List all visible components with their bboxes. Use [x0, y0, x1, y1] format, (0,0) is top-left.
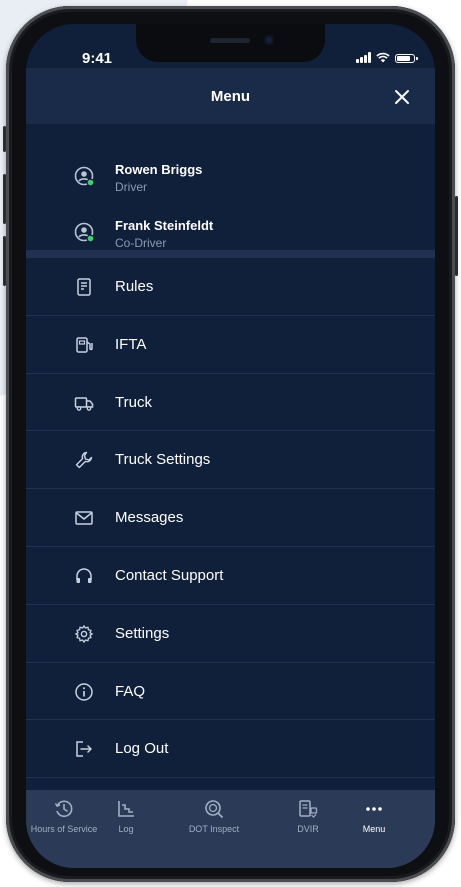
menu-item-messages[interactable]: Messages — [26, 489, 435, 547]
tab-dvir[interactable]: DVIR — [278, 798, 338, 834]
volume-up-button — [3, 174, 6, 224]
online-status-dot — [86, 178, 95, 187]
wifi-icon — [376, 52, 390, 63]
user-avatar-icon — [74, 166, 95, 187]
more-dots-icon — [366, 807, 382, 811]
headphones-icon — [76, 568, 92, 583]
tab-label: Menu — [362, 824, 386, 834]
page-title: Menu — [210, 88, 251, 105]
dvir-icon — [299, 800, 318, 818]
gear-icon — [75, 624, 93, 643]
menu-item-label: Contact Support — [115, 566, 224, 584]
rules-icon — [77, 278, 91, 296]
menu-item-label: Truck — [115, 393, 152, 411]
tab-menu[interactable]: Menu — [344, 798, 404, 834]
app-screen: 9:41 Menu Rowen Briggs Driver Frank Stei… — [26, 24, 435, 868]
close-button[interactable] — [387, 82, 417, 112]
power-button — [455, 196, 458, 276]
menu-item-truck[interactable]: Truck — [26, 374, 435, 432]
menu-item-log-out[interactable]: Log Out — [26, 720, 435, 779]
tab-hours-of-service[interactable]: Hours of Service — [26, 798, 102, 834]
phone-frame: 9:41 Menu Rowen Briggs Driver Frank Stei… — [3, 6, 458, 882]
menu-item-faq[interactable]: FAQ — [26, 663, 435, 721]
volume-down-button — [3, 236, 6, 286]
menu-item-contact-support[interactable]: Contact Support — [26, 547, 435, 605]
menu-item-label: Truck Settings — [115, 451, 211, 469]
driver-list: Rowen Briggs Driver Frank Steinfeldt Co-… — [26, 124, 435, 250]
menu-item-label: IFTA — [115, 335, 147, 353]
close-icon — [395, 90, 409, 104]
driver-role: Driver — [115, 180, 147, 194]
menu-header: Menu — [26, 68, 435, 124]
menu-item-label: Log Out — [115, 740, 169, 758]
codriver-role: Co-Driver — [115, 236, 167, 250]
codriver-name: Frank Steinfeldt — [115, 218, 214, 233]
info-icon — [75, 682, 93, 701]
tab-log[interactable]: Log — [96, 798, 156, 834]
wrench-icon — [75, 452, 93, 469]
section-divider — [26, 250, 435, 258]
driver-item[interactable]: Rowen Briggs Driver — [26, 160, 435, 212]
status-time: 9:41 — [82, 50, 113, 67]
menu-item-label: Rules — [115, 278, 154, 295]
driver-name: Rowen Briggs — [115, 162, 203, 177]
status-icons — [356, 52, 418, 63]
camera — [264, 35, 274, 45]
menu-item-label: Messages — [115, 509, 184, 527]
log-chart-icon — [118, 801, 134, 817]
fuel-icon — [76, 337, 93, 353]
tab-label: DOT Inspect — [188, 824, 240, 834]
tab-dot-inspect[interactable]: DOT Inspect — [176, 798, 252, 834]
menu-item-truck-settings[interactable]: Truck Settings — [26, 431, 435, 490]
mute-switch — [3, 126, 6, 152]
logout-icon — [76, 741, 92, 758]
notch — [136, 24, 325, 62]
tab-label: DVIR — [297, 824, 319, 834]
inspect-icon — [205, 800, 223, 818]
user-avatar-icon — [74, 222, 95, 243]
tab-label: Log — [118, 824, 134, 834]
menu-item-settings[interactable]: Settings — [26, 605, 435, 663]
menu-item-label: FAQ — [115, 682, 146, 700]
menu-item-rules[interactable]: Rules — [26, 258, 435, 316]
online-status-dot — [86, 234, 95, 243]
clock-icon — [54, 800, 73, 818]
menu-item-ifta[interactable]: IFTA — [26, 316, 435, 374]
menu-list: Rules IFTA Truck Truck Settings Messages… — [26, 258, 435, 779]
tab-label: Hours of Service — [30, 824, 98, 834]
bottom-tab-bar: Hours of Service Log DOT Inspect DVIR Me… — [26, 790, 435, 868]
menu-item-label: Settings — [115, 624, 170, 642]
envelope-icon — [75, 511, 93, 525]
cellular-signal-icon — [356, 52, 371, 63]
battery-icon — [395, 54, 418, 63]
truck-icon — [74, 396, 94, 411]
speaker — [210, 38, 250, 43]
